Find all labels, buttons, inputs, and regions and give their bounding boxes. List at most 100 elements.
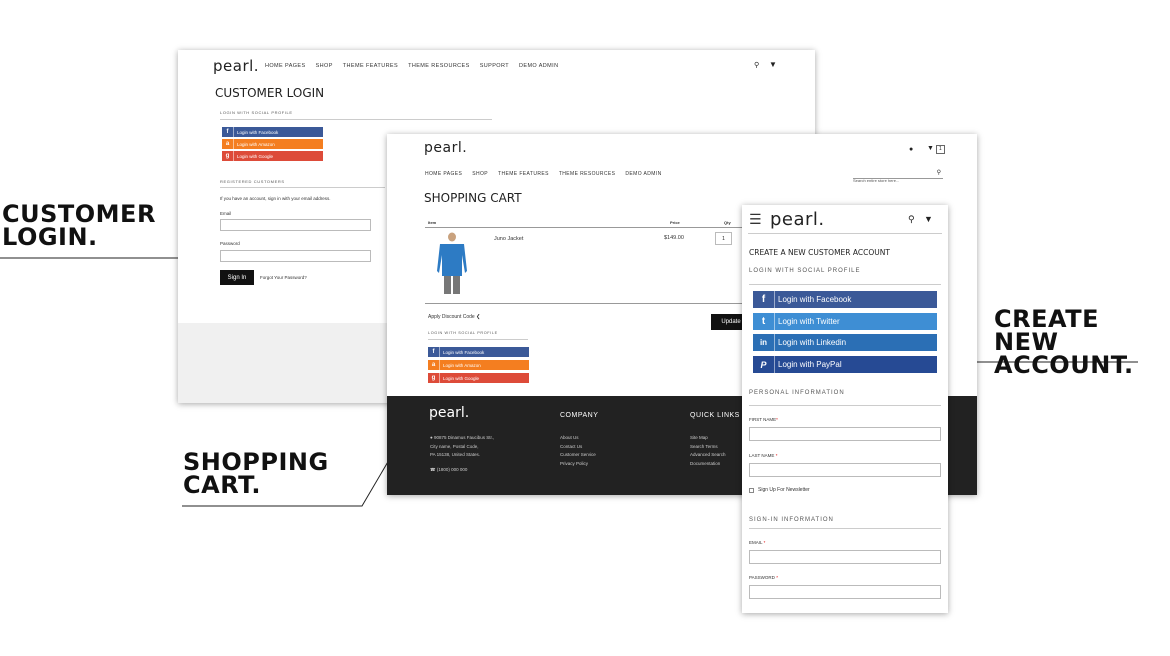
google-icon: g bbox=[428, 373, 440, 383]
footer-company-heading: COMPANY bbox=[560, 412, 599, 419]
page-title: CREATE A NEW CUSTOMER ACCOUNT bbox=[749, 248, 890, 257]
newsletter-checkbox[interactable] bbox=[749, 487, 754, 493]
nav-item[interactable]: HOME PAGES bbox=[425, 171, 462, 177]
password-field[interactable] bbox=[749, 585, 941, 599]
address-line: 90875 Dinamus Faucibus Str., bbox=[433, 435, 495, 440]
twitter-icon: t bbox=[753, 313, 775, 330]
quantity-input[interactable]: 1 bbox=[715, 232, 732, 245]
password-label: Password bbox=[220, 241, 240, 246]
nav-item[interactable]: DEMO ADMIN bbox=[625, 171, 661, 177]
facebook-login-button[interactable]: f Login with Facebook bbox=[428, 347, 529, 357]
password-field[interactable] bbox=[220, 250, 371, 262]
first-name-label: FIRST NAME* bbox=[749, 417, 778, 422]
phone-icon: ☎ bbox=[430, 467, 436, 472]
create-account-screenshot: ☰ pearl. ⚲ ▼ CREATE A NEW CUSTOMER ACCOU… bbox=[742, 205, 948, 613]
required-asterisk: * bbox=[763, 540, 766, 545]
button-label: Login with Facebook bbox=[443, 349, 485, 355]
footer-link[interactable]: Search Terms bbox=[690, 443, 726, 452]
nav-item[interactable]: THEME FEATURES bbox=[498, 171, 549, 177]
search-icon[interactable]: ⚲ bbox=[908, 214, 915, 225]
paypal-icon: P bbox=[753, 356, 775, 373]
divider bbox=[749, 528, 941, 529]
callout-line: CART. bbox=[183, 470, 261, 499]
address-line: PA 15138, United States. bbox=[430, 452, 480, 457]
site-logo[interactable]: pearl. bbox=[213, 57, 259, 75]
product-image[interactable] bbox=[432, 231, 472, 295]
discount-label: Apply Discount Code bbox=[428, 314, 475, 320]
column-item: Item bbox=[428, 220, 437, 225]
divider bbox=[220, 187, 385, 188]
footer-quick-heading: QUICK LINKS bbox=[690, 412, 740, 419]
footer-phone: ☎ (1800) 000 000 bbox=[430, 467, 467, 473]
quantity-value: 1 bbox=[722, 235, 725, 242]
search-input[interactable]: Search entire store here... ⚲ bbox=[853, 169, 943, 183]
divider bbox=[428, 339, 528, 340]
registered-text: If you have an account, sign in with you… bbox=[220, 196, 331, 201]
paypal-login-button[interactable]: P Login with PayPal bbox=[753, 356, 937, 373]
twitter-login-button[interactable]: t Login with Twitter bbox=[753, 313, 937, 330]
search-icon[interactable]: ⚲ bbox=[937, 169, 941, 176]
product-price: $149.00 bbox=[664, 235, 684, 241]
product-name[interactable]: Juno Jacket bbox=[494, 236, 523, 242]
newsletter-label: Sign Up For Newsletter bbox=[758, 487, 810, 493]
google-login-button[interactable]: g Login with Google bbox=[222, 151, 323, 161]
footer-link[interactable]: Advanced Search bbox=[690, 451, 726, 460]
last-name-field[interactable] bbox=[749, 463, 941, 477]
callout-line: CREATE NEW bbox=[994, 305, 1099, 356]
button-label: Login with Twitter bbox=[778, 317, 840, 326]
first-name-field[interactable] bbox=[749, 427, 941, 441]
divider bbox=[220, 119, 492, 120]
account-icon[interactable]: ● bbox=[909, 146, 913, 153]
password-label: PASSWORD * bbox=[749, 575, 778, 580]
linkedin-login-button[interactable]: in Login with Linkedin bbox=[753, 334, 937, 351]
phone-number: (1800) 000 000 bbox=[436, 467, 468, 472]
newsletter-option[interactable]: Sign Up For Newsletter bbox=[749, 487, 810, 493]
footer-link[interactable]: About Us bbox=[560, 434, 596, 443]
site-logo[interactable]: pearl. bbox=[424, 140, 467, 156]
footer-quick-links: Site Map Search Terms Advanced Search Do… bbox=[690, 434, 726, 468]
footer-link[interactable]: Documentation bbox=[690, 460, 726, 469]
email-field[interactable] bbox=[749, 550, 941, 564]
site-logo[interactable]: pearl. bbox=[770, 209, 825, 230]
nav-item[interactable]: SHOP bbox=[472, 171, 488, 177]
footer-link[interactable]: Contact Us bbox=[560, 443, 596, 452]
nav-item[interactable]: HOME PAGES bbox=[265, 63, 306, 69]
main-nav: HOME PAGES SHOP THEME FEATURES THEME RES… bbox=[265, 63, 558, 69]
facebook-login-button[interactable]: f Login with Facebook bbox=[753, 291, 937, 308]
required-asterisk: * bbox=[775, 453, 778, 458]
divider bbox=[425, 303, 743, 304]
cart-icon[interactable]: ▼ bbox=[769, 60, 777, 69]
footer-link[interactable]: Site Map bbox=[690, 434, 726, 443]
footer-logo[interactable]: pearl. bbox=[429, 405, 469, 421]
nav-item[interactable]: SHOP bbox=[316, 63, 333, 69]
location-icon: ● bbox=[430, 435, 433, 440]
footer-link[interactable]: Customer Service bbox=[560, 451, 596, 460]
nav-item[interactable]: THEME RESOURCES bbox=[559, 171, 616, 177]
divider bbox=[749, 405, 941, 406]
search-icon[interactable]: ⚲ bbox=[754, 61, 759, 69]
sign-in-button[interactable]: Sign In bbox=[220, 270, 254, 285]
cart-count-badge: 1 bbox=[936, 145, 945, 154]
nav-item[interactable]: THEME FEATURES bbox=[343, 63, 398, 69]
facebook-login-button[interactable]: f Login with Facebook bbox=[222, 127, 323, 137]
required-asterisk: * bbox=[776, 417, 778, 422]
email-field[interactable] bbox=[220, 219, 371, 231]
button-label: Login with PayPal bbox=[778, 360, 842, 369]
footer-link[interactable]: Privacy Policy bbox=[560, 460, 596, 469]
label-text: LAST NAME bbox=[749, 453, 775, 458]
amazon-login-button[interactable]: a Login with Amazon bbox=[222, 139, 323, 149]
nav-item[interactable]: THEME RESOURCES bbox=[408, 63, 470, 69]
nav-item[interactable]: DEMO ADMIN bbox=[519, 63, 558, 69]
hamburger-menu-icon[interactable]: ☰ bbox=[749, 211, 762, 228]
apply-discount-toggle[interactable]: Apply Discount Code ❮ bbox=[428, 314, 480, 320]
button-label: Login with Amazon bbox=[237, 141, 275, 147]
forgot-password-link[interactable]: Forgot Your Password? bbox=[260, 275, 307, 280]
button-label: Login with Google bbox=[237, 153, 274, 159]
label-text: FIRST NAME bbox=[749, 417, 777, 422]
amazon-login-button[interactable]: a Login with Amazon bbox=[428, 360, 529, 370]
cart-icon[interactable]: ▼ bbox=[924, 214, 933, 224]
google-login-button[interactable]: g Login with Google bbox=[428, 373, 529, 383]
personal-heading: PERSONAL INFORMATION bbox=[749, 390, 845, 396]
cart-icon[interactable]: ▼ bbox=[927, 145, 934, 152]
nav-item[interactable]: SUPPORT bbox=[480, 63, 509, 69]
